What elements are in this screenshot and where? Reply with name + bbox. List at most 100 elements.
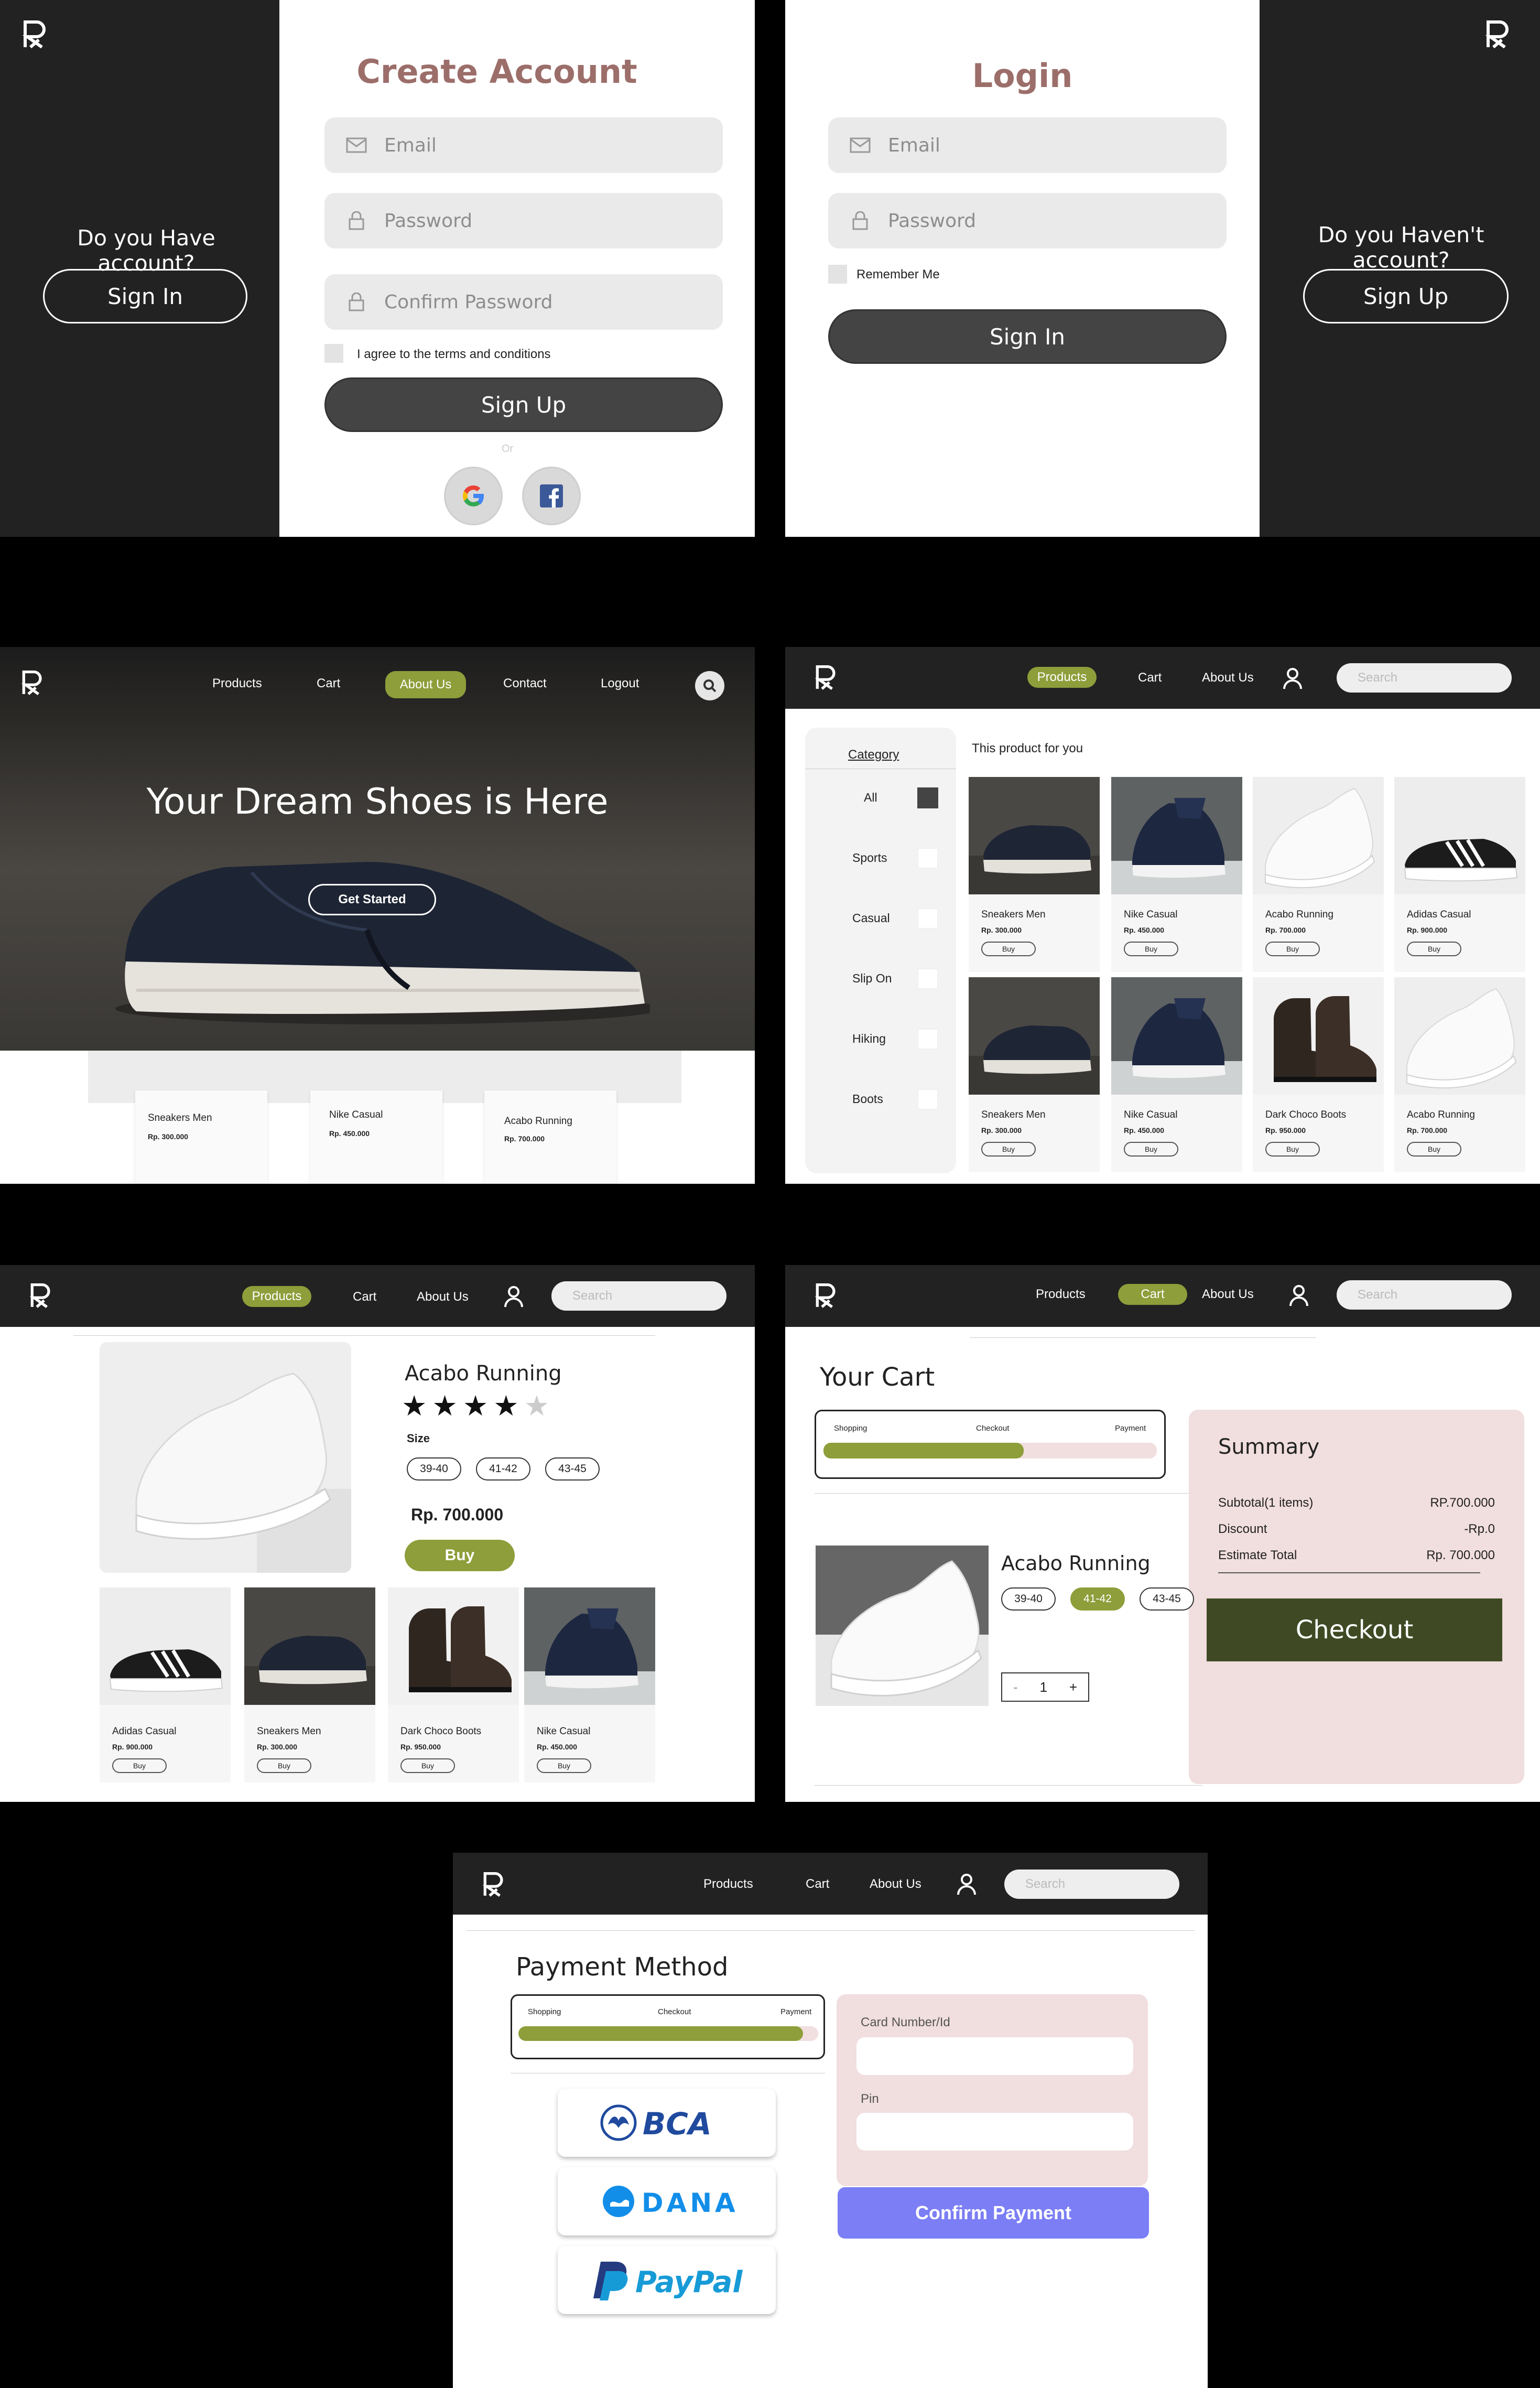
size-option[interactable]: 41-42 (476, 1457, 530, 1481)
featured-card[interactable]: Nike Casual Rp. 450.000 (310, 1090, 442, 1184)
nav-cart[interactable]: Cart (317, 676, 340, 691)
payment-option-bca[interactable]: BCA (558, 2089, 776, 2157)
pin-input[interactable] (856, 2113, 1133, 2151)
nav-logout[interactable]: Logout (601, 676, 639, 691)
product-card[interactable]: Sneakers Men Rp. 300.000 Buy (969, 977, 1100, 1172)
nav-about-us[interactable]: About Us (1202, 1287, 1254, 1302)
size-option[interactable]: 39-40 (1001, 1587, 1056, 1611)
search-input[interactable]: Search (1004, 1870, 1179, 1899)
nav-contact[interactable]: Contact (503, 676, 547, 691)
search-input[interactable]: Search (1337, 663, 1512, 693)
qty-value[interactable]: 1 (1040, 1679, 1047, 1695)
brand-logo[interactable] (29, 1282, 52, 1309)
size-option[interactable]: 43-45 (545, 1457, 600, 1481)
remember-checkbox[interactable] (828, 265, 847, 284)
qty-minus-button[interactable]: - (1013, 1679, 1018, 1695)
user-icon[interactable] (503, 1285, 524, 1308)
nav-products[interactable]: Products (242, 1286, 311, 1307)
nav-cart[interactable]: Cart (806, 1877, 829, 1892)
nav-about-us[interactable]: About Us (870, 1877, 921, 1892)
product-card[interactable]: Nike Casual Rp. 450.000 Buy (1111, 977, 1242, 1172)
product-card[interactable]: Nike Casual Rp. 450.000 Buy (1111, 777, 1242, 972)
category-checkbox[interactable] (917, 1029, 938, 1050)
brand-logo[interactable] (815, 1282, 838, 1309)
nav-cart[interactable]: Cart (1138, 671, 1162, 685)
brand-logo[interactable] (815, 664, 838, 690)
buy-button[interactable]: Buy (1124, 1142, 1178, 1157)
password-field[interactable]: Password (828, 193, 1227, 248)
confirm-password-field[interactable]: Confirm Password (324, 274, 723, 330)
nav-products[interactable]: Products (703, 1877, 753, 1892)
category-item-label[interactable]: Hiking (852, 1032, 886, 1046)
nav-about-us[interactable]: About Us (1202, 671, 1254, 685)
size-option[interactable]: 39-40 (407, 1457, 461, 1481)
product-card[interactable]: Acabo Running Rp. 700.000 Buy (1394, 977, 1525, 1172)
product-card[interactable]: Acabo Running Rp. 700.000 Buy (1253, 777, 1384, 972)
related-product-card[interactable]: Sneakers Men Rp. 300.000 Buy (244, 1587, 375, 1782)
confirm-payment-button[interactable]: Confirm Payment (838, 2187, 1149, 2239)
qty-plus-button[interactable]: + (1069, 1679, 1077, 1695)
buy-button[interactable]: Buy (112, 1758, 167, 1773)
buy-button[interactable]: Buy (537, 1758, 591, 1773)
side-signin-button[interactable]: Sign In (43, 269, 247, 323)
buy-button[interactable]: Buy (257, 1758, 311, 1773)
buy-button[interactable]: Buy (405, 1540, 515, 1571)
category-item-label[interactable]: Boots (852, 1092, 883, 1106)
payment-option-paypal[interactable]: PayPal (558, 2246, 776, 2314)
get-started-button[interactable]: Get Started (308, 884, 436, 915)
category-checkbox[interactable] (917, 1089, 938, 1110)
nav-about-us[interactable]: About Us (417, 1290, 469, 1304)
checkout-button[interactable]: Checkout (1207, 1598, 1502, 1661)
user-icon[interactable] (1288, 1284, 1309, 1307)
brand-logo[interactable] (21, 669, 44, 696)
user-icon[interactable] (1282, 667, 1303, 690)
buy-button[interactable]: Buy (1407, 942, 1461, 956)
category-item-label[interactable]: All (864, 791, 877, 805)
buy-button[interactable]: Buy (1407, 1142, 1461, 1157)
facebook-signin-button[interactable] (522, 467, 581, 525)
related-product-card[interactable]: Dark Choco Boots Rp. 950.000 Buy (388, 1587, 519, 1782)
category-checkbox[interactable] (917, 787, 938, 808)
related-product-card[interactable]: Nike Casual Rp. 450.000 Buy (524, 1587, 655, 1782)
email-field[interactable]: Email (324, 117, 723, 173)
size-option[interactable]: 41-42 (1070, 1587, 1125, 1611)
search-input[interactable]: Search (1337, 1280, 1512, 1310)
buy-button[interactable]: Buy (1265, 1142, 1320, 1157)
nav-products[interactable]: Products (1036, 1287, 1086, 1302)
nav-cart[interactable]: Cart (1118, 1284, 1187, 1305)
featured-card[interactable]: Acabo Running Rp. 700.000 (484, 1090, 616, 1184)
signup-button[interactable]: Sign Up (324, 377, 723, 432)
search-input[interactable]: Search (551, 1281, 726, 1311)
brand-logo[interactable] (482, 1871, 505, 1897)
terms-checkbox[interactable] (324, 344, 343, 363)
buy-button[interactable]: Buy (981, 1142, 1036, 1157)
related-product-card[interactable]: Adidas Casual Rp. 900.000 Buy (100, 1587, 231, 1782)
buy-button[interactable]: Buy (981, 942, 1036, 956)
size-option[interactable]: 43-45 (1140, 1587, 1194, 1611)
email-field[interactable]: Email (828, 117, 1227, 173)
buy-button[interactable]: Buy (1265, 942, 1320, 956)
signin-button[interactable]: Sign In (828, 309, 1227, 364)
category-checkbox[interactable] (917, 968, 938, 989)
category-item-label[interactable]: Sports (852, 851, 887, 865)
buy-button[interactable]: Buy (1124, 942, 1178, 956)
buy-button[interactable]: Buy (400, 1758, 455, 1773)
category-checkbox[interactable] (917, 908, 938, 929)
featured-card[interactable]: Sneakers Men Rp. 300.000 (135, 1090, 267, 1184)
payment-option-dana[interactable]: DANA (558, 2167, 776, 2235)
category-checkbox[interactable] (917, 848, 938, 869)
quantity-stepper[interactable]: - 1 + (1001, 1672, 1089, 1702)
category-item-label[interactable]: Casual (852, 911, 890, 925)
brand-logo[interactable] (22, 19, 48, 49)
user-icon[interactable] (956, 1873, 977, 1896)
product-card[interactable]: Sneakers Men Rp. 300.000 Buy (969, 777, 1100, 972)
google-signin-button[interactable] (444, 467, 503, 525)
nav-about-us[interactable]: About Us (385, 671, 466, 698)
nav-cart[interactable]: Cart (353, 1290, 376, 1304)
nav-products[interactable]: Products (1027, 667, 1097, 688)
category-item-label[interactable]: Slip On (852, 971, 892, 986)
card-number-input[interactable] (856, 2037, 1133, 2075)
product-card[interactable]: Adidas Casual Rp. 900.000 Buy (1394, 777, 1525, 972)
password-field[interactable]: Password (324, 193, 723, 248)
product-card[interactable]: Dark Choco Boots Rp. 950.000 Buy (1253, 977, 1384, 1172)
